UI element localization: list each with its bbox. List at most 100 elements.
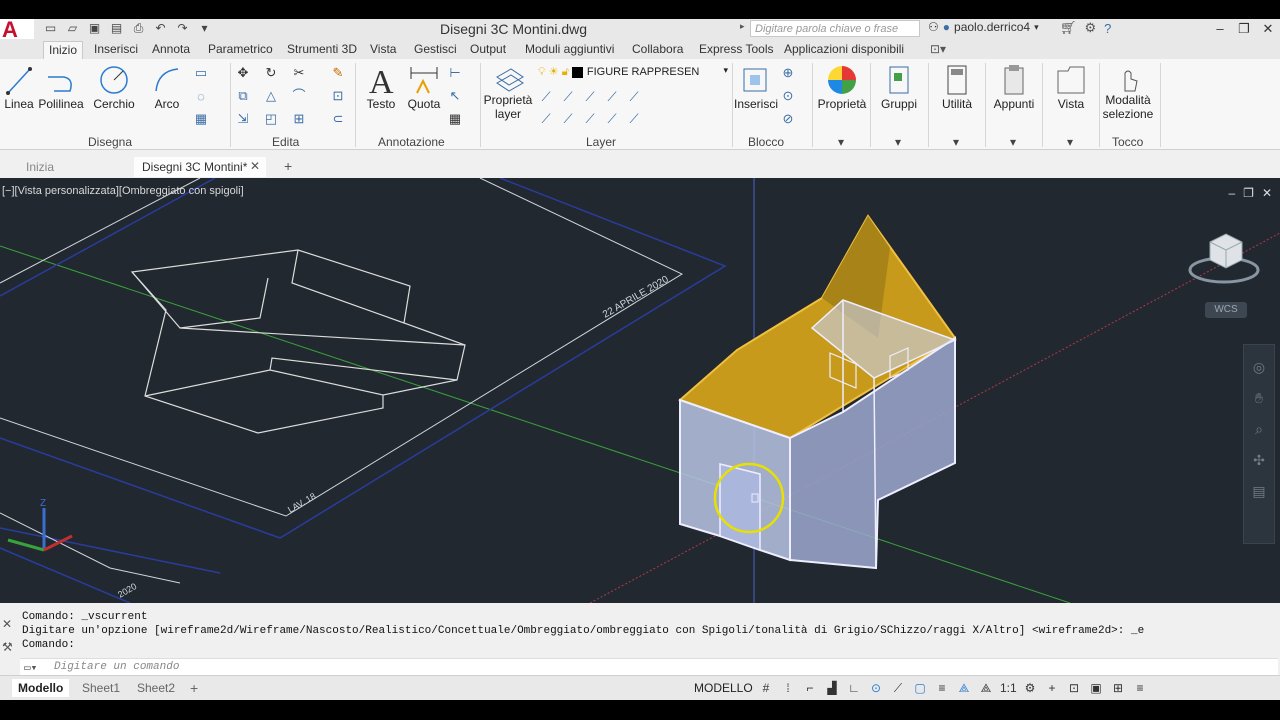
block-panel-title[interactable]: Blocco xyxy=(748,135,784,149)
snap-icon[interactable]: ⁞ xyxy=(780,680,796,696)
offset-icon[interactable]: ⊂ xyxy=(330,111,346,127)
undo-icon[interactable]: ↶ xyxy=(152,21,169,36)
annotation-panel-title[interactable]: Annotazione xyxy=(378,135,445,149)
exchange-icon[interactable]: ⚙︎ xyxy=(1085,20,1097,36)
customize-menu-icon[interactable]: ≡ xyxy=(1132,680,1148,696)
tab-strumenti-3d[interactable]: Strumenti 3D xyxy=(282,41,362,59)
tab-inserisci[interactable]: Inserisci xyxy=(89,41,143,59)
ortho-icon[interactable]: ∟ xyxy=(846,680,862,696)
tab-collabora[interactable]: Collabora xyxy=(627,41,688,59)
wireframe-roof-object[interactable] xyxy=(130,249,466,434)
fullscreen-icon[interactable]: ⊞ xyxy=(1110,680,1126,696)
pan-icon[interactable]: ✋︎ xyxy=(1244,390,1274,407)
gradient-icon[interactable]: ▦ xyxy=(193,111,209,127)
workspace-gear-icon[interactable]: ⚙ xyxy=(1022,680,1038,696)
isolate-icon[interactable]: ▣ xyxy=(1088,680,1104,696)
osnap-icon[interactable]: ▢ xyxy=(912,680,928,696)
dynamic-input-icon[interactable]: ▟ xyxy=(824,680,840,696)
tab-moduli-aggiuntivi[interactable]: Moduli aggiuntivi xyxy=(520,41,619,59)
layer-tool-2-icon[interactable]: ⟋ xyxy=(560,89,576,105)
open-file-icon[interactable]: ▱ xyxy=(64,21,81,36)
stretch-icon[interactable]: ⇲ xyxy=(235,111,251,127)
drawing-viewport[interactable]: 22 APRILE 2020 LAV. 18 2020 Z [−][Vista … xyxy=(0,178,1280,603)
properties-button[interactable]: Proprietà xyxy=(815,63,869,111)
workspace-icon[interactable]: ▾ xyxy=(196,21,213,36)
scale-icon[interactable]: ◰ xyxy=(263,111,279,127)
circle-button[interactable]: Cerchio xyxy=(93,63,135,111)
customize-command-icon[interactable]: ⚒ xyxy=(2,640,13,654)
array-icon[interactable]: ⊞ xyxy=(291,111,307,127)
chevron-down-icon[interactable]: ▾ xyxy=(1010,135,1016,149)
rectangle-icon[interactable]: ▭ xyxy=(193,65,209,81)
polyline-button[interactable]: Polilinea xyxy=(38,63,84,111)
minimize-icon[interactable]: – xyxy=(1208,19,1232,39)
tab-parametrico[interactable]: Parametrico xyxy=(203,41,278,59)
chevron-down-icon[interactable]: ▾ xyxy=(953,135,959,149)
file-tab-document[interactable]: Disegni 3C Montini* ✕ xyxy=(134,157,266,177)
zoom-icon[interactable]: ⌕ xyxy=(1244,421,1274,438)
save-icon[interactable]: ▣ xyxy=(86,21,103,36)
command-recent-icon[interactable]: ▭▾ xyxy=(24,661,37,675)
wcs-menu[interactable]: WCS xyxy=(1205,302,1247,318)
user-area[interactable]: ⚇ ● paolo.derrico4 ▾ xyxy=(928,20,1039,34)
search-arrow-icon[interactable]: ▸ xyxy=(740,21,745,32)
model-canvas[interactable]: 22 APRILE 2020 LAV. 18 2020 Z xyxy=(0,178,1280,603)
layer-tool-5-icon[interactable]: ⟋ xyxy=(626,89,642,105)
autoscale-icon[interactable]: ⟁ xyxy=(978,680,994,696)
user-name[interactable]: paolo.derrico4 xyxy=(954,20,1030,34)
infer-icon[interactable]: ⌐ xyxy=(802,680,818,696)
view-button[interactable]: Vista xyxy=(1046,63,1096,111)
selection-mode-button[interactable]: Modalità selezione xyxy=(1100,63,1156,121)
close-icon[interactable]: ✕ xyxy=(1256,19,1280,39)
close-command-icon[interactable]: ✕ xyxy=(2,617,12,631)
units-icon[interactable]: ⊡ xyxy=(1066,680,1082,696)
command-input[interactable]: ▭▾ Digitare un comando xyxy=(20,658,1278,675)
annotation-visibility-icon[interactable]: ⟁ xyxy=(956,680,972,696)
viewport-controls-label[interactable]: [−][Vista personalizzata][Ombreggiato co… xyxy=(2,185,244,197)
layer-tool-8-icon[interactable]: ⟋ xyxy=(582,111,598,127)
mirror-icon[interactable]: △ xyxy=(263,88,279,104)
layer-tool-4-icon[interactable]: ⟋ xyxy=(604,89,620,105)
polar-icon[interactable]: ⊙ xyxy=(868,680,884,696)
isodraft-icon[interactable]: ⟋ xyxy=(890,680,906,696)
new-tab-icon[interactable]: + xyxy=(276,157,300,177)
arc-button[interactable]: Arco xyxy=(150,63,184,111)
explode-icon[interactable]: ⊡ xyxy=(330,88,346,104)
layer-tool-6-icon[interactable]: ⟋ xyxy=(538,111,554,127)
new-file-icon[interactable]: ▭ xyxy=(42,21,59,36)
tab-output[interactable]: Output xyxy=(465,41,511,59)
linear-dim-icon[interactable]: ⊢ xyxy=(447,65,463,81)
add-layout-icon[interactable]: + xyxy=(184,679,204,697)
chevron-down-icon[interactable]: ▾ xyxy=(1034,22,1039,33)
create-block-icon[interactable]: ⊕ xyxy=(780,65,796,81)
plus-icon[interactable]: + xyxy=(1044,680,1060,696)
layer-tool-9-icon[interactable]: ⟋ xyxy=(604,111,620,127)
leader-icon[interactable]: ↖ xyxy=(447,88,463,104)
trim-icon[interactable]: ✂ xyxy=(291,65,307,81)
tab-sheet1[interactable]: Sheet1 xyxy=(76,679,126,697)
dimension-button[interactable]: Quota xyxy=(404,63,444,111)
lineweight-icon[interactable]: ≡ xyxy=(934,680,950,696)
tab-model[interactable]: Modello xyxy=(12,679,70,697)
search-input[interactable]: Digitare parola chiave o frase xyxy=(750,20,920,37)
copy-icon[interactable]: ⧉ xyxy=(235,88,251,104)
steeringwheel-icon[interactable]: ◎ xyxy=(1244,359,1274,376)
tab-vista[interactable]: Vista xyxy=(365,41,401,59)
restore-icon[interactable]: ❐ xyxy=(1232,19,1256,39)
layer-tool-10-icon[interactable]: ⟋ xyxy=(626,111,642,127)
edit-block-icon[interactable]: ⊙ xyxy=(780,88,796,104)
viewport-minimize-icon[interactable]: – xyxy=(1228,186,1235,200)
layer-tool-1-icon[interactable]: ⟋ xyxy=(538,89,554,105)
help-icon[interactable]: ? xyxy=(1104,21,1111,36)
viewcube-icon[interactable] xyxy=(1188,228,1260,288)
chevron-down-icon[interactable]: ▾ xyxy=(895,135,901,149)
close-tab-icon[interactable]: ✕ xyxy=(250,159,260,173)
layer-tool-3-icon[interactable]: ⟋ xyxy=(582,89,598,105)
rotate-icon[interactable]: ↻ xyxy=(263,65,279,81)
groups-button[interactable]: Gruppi xyxy=(874,63,924,111)
chevron-down-icon[interactable]: ▾ xyxy=(1067,135,1073,149)
line-button[interactable]: Linea xyxy=(4,63,34,111)
file-tab-start[interactable]: Inizia xyxy=(18,157,62,177)
edit-panel-title[interactable]: Edita xyxy=(272,135,299,149)
clipboard-button[interactable]: Appunti xyxy=(989,63,1039,111)
